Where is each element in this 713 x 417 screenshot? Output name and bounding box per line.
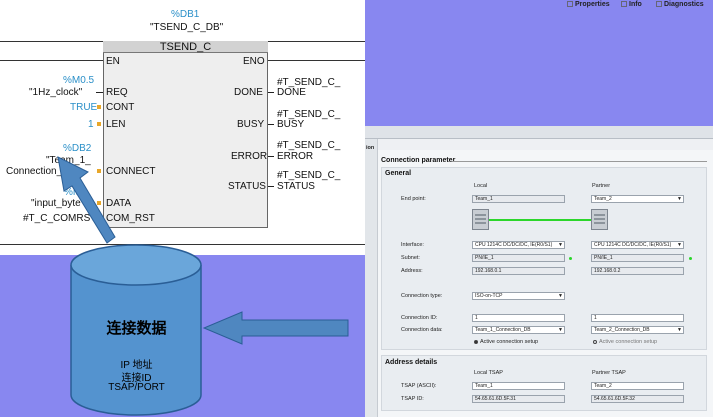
left-arrow-icon — [202, 311, 349, 345]
database-line-3: TSAP/PORT — [108, 382, 165, 393]
overlay-graphics — [57, 156, 349, 416]
up-arrow-icon — [57, 156, 116, 244]
database-title: 连接数据 — [106, 320, 167, 337]
